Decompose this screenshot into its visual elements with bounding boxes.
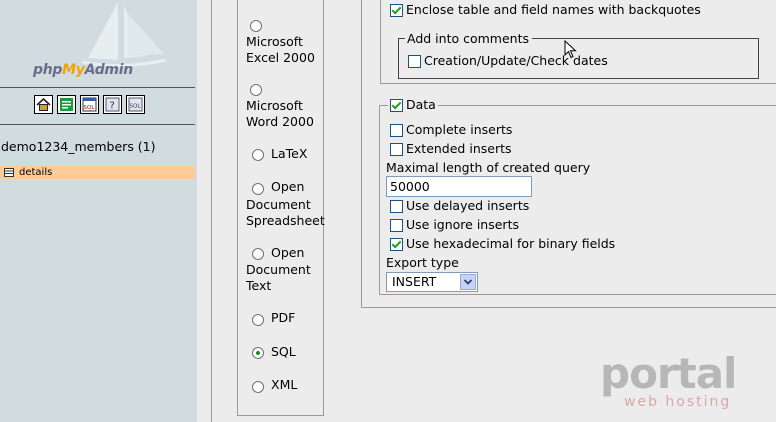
hex-binary-option: Use hexadecimal for binary fields [390,236,615,252]
query-window-icon[interactable] [57,95,76,114]
svg-text:?: ? [110,101,115,112]
format-label-word-line1: Microsoft [246,98,303,113]
complete-inserts-checkbox[interactable] [390,123,403,137]
phpmyadmin-logo[interactable]: phpMyAdmin [33,62,133,78]
format-radio-ods[interactable] [252,183,264,195]
table-label: details [19,167,53,178]
complete-inserts-option: Complete inserts [390,122,512,138]
delayed-inserts-option: Use delayed inserts [390,198,529,214]
navigation-panel: phpMyAdmin SQL ? SQL demo1234_members (1… [0,0,197,422]
sailboat-logo-icon [81,2,167,68]
chevron-down-icon [463,279,473,285]
mouse-cursor-icon [564,40,577,59]
format-radio-pdf[interactable] [252,314,264,326]
dropdown-button[interactable] [460,274,476,290]
watermark-tagline: web hosting [624,394,732,410]
export-type-value: INSERT [392,274,437,289]
sql-docs-icon[interactable]: SQL [126,95,145,114]
format-label-ods: Document Spreadsheet [246,197,325,229]
max-length-label: Maximal length of created query [386,160,591,175]
format-label-word: Microsoft Word 2000 [246,98,314,130]
backquotes-option: Enclose table and field names with backq… [390,2,701,18]
format-label-odt-line1: Open [271,245,305,260]
delayed-inserts-checkbox[interactable] [390,199,403,213]
backquotes-label: Enclose table and field names with backq… [406,2,701,17]
svg-text:SQL: SQL [130,104,142,110]
complete-inserts-label: Complete inserts [406,122,513,137]
extended-inserts-label: Extended inserts [406,141,512,156]
format-label-ods-line3: Spreadsheet [246,213,325,228]
frame-divider[interactable] [197,0,212,422]
ignore-inserts-option: Use ignore inserts [390,217,519,233]
add-comments-legend: Add into comments [405,31,532,47]
max-length-input[interactable] [386,176,532,197]
divider [0,87,195,88]
extended-inserts-option: Extended inserts [390,141,512,157]
ignore-inserts-label: Use ignore inserts [406,217,519,232]
hex-binary-checkbox[interactable] [390,237,403,251]
format-radio-xml[interactable] [252,381,264,393]
export-type-label: Export type [386,255,459,270]
format-label-sql: SQL [271,344,296,359]
watermark-brand: portal [600,349,737,398]
format-radio-latex[interactable] [252,149,264,161]
format-radio-sql[interactable] [252,347,264,359]
table-icon [4,168,14,177]
divider [0,124,195,125]
ignore-inserts-checkbox[interactable] [390,218,403,232]
format-label-latex: LaTeX [271,146,308,161]
backquotes-checkbox[interactable] [390,3,403,17]
data-legend-label: Data [406,97,436,112]
database-title[interactable]: demo1234_members (1) [1,139,156,154]
quick-links-toolbar: SQL ? SQL [34,95,145,114]
format-label-ods-line2: Document [246,197,311,212]
format-label-odt-line2: Document [246,262,311,277]
format-label-excel-line2: Excel 2000 [246,50,315,65]
format-label-excel-line1: Microsoft [246,34,303,49]
svg-text:SQL: SQL [84,105,96,111]
format-radio-odt[interactable] [252,248,264,260]
dates-label: Creation/Update/Check dates [424,53,608,68]
extended-inserts-checkbox[interactable] [390,142,403,156]
export-type-select[interactable]: INSERT [386,272,478,292]
format-label-xml: XML [271,377,298,392]
sidebar-table-item[interactable]: details [0,166,195,179]
delayed-inserts-label: Use delayed inserts [406,198,530,213]
help-icon[interactable]: ? [103,95,122,114]
sql-icon[interactable]: SQL [80,95,99,114]
hex-binary-label: Use hexadecimal for binary fields [406,236,616,251]
data-checkbox[interactable] [390,98,403,112]
format-radio-word[interactable] [250,84,262,96]
format-label-odt: Document Text [246,262,311,294]
format-label-word-line2: Word 2000 [246,114,314,129]
format-label-excel: Microsoft Excel 2000 [246,34,315,66]
data-legend: Data [388,97,438,113]
format-label-odt-line3: Text [246,278,272,293]
format-label-pdf: PDF [271,310,296,325]
format-radio-excel[interactable] [250,20,262,32]
home-icon[interactable] [34,95,53,114]
dates-checkbox[interactable] [408,54,421,68]
format-label-ods-line1: Open [271,179,305,194]
